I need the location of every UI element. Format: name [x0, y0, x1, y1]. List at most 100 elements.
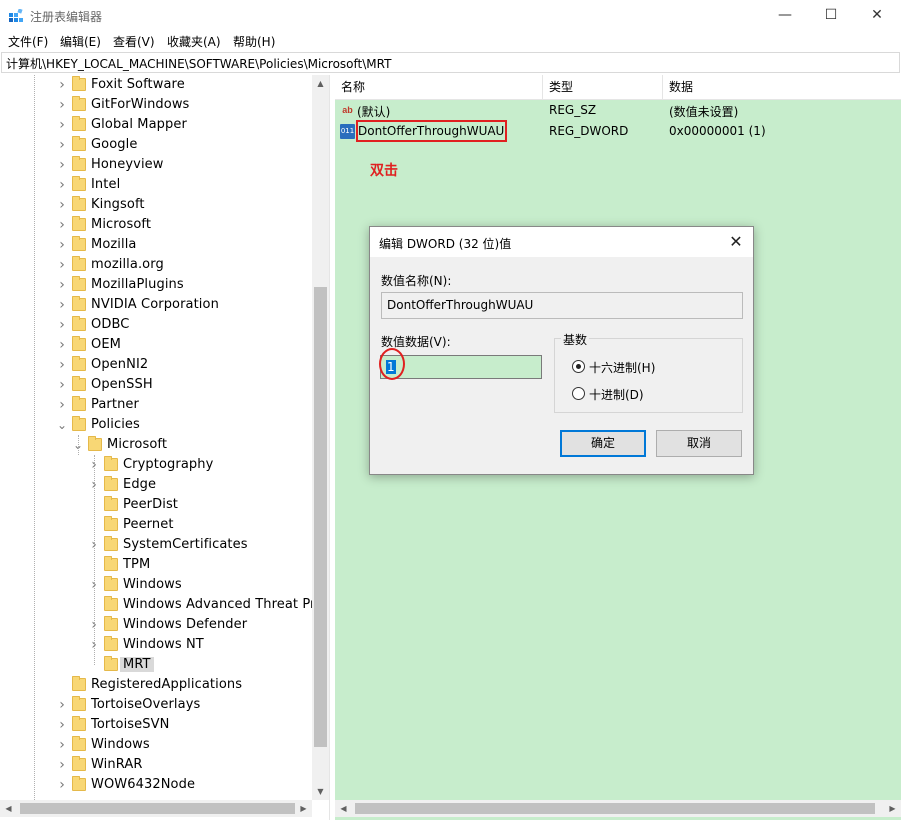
tree-item[interactable]: › Intel — [0, 175, 312, 195]
menu-file[interactable]: 文件(F) — [8, 33, 48, 50]
chevron-down-icon[interactable]: ⌄ — [56, 418, 68, 432]
scroll-left-arrow-icon[interactable]: ◀ — [0, 800, 17, 817]
tree-horizontal-scrollbar[interactable]: ◀ ▶ — [0, 800, 312, 817]
address-bar[interactable]: 计算机\HKEY_LOCAL_MACHINE\SOFTWARE\Policies… — [1, 52, 900, 73]
tree-item[interactable]: › Windows — [0, 735, 312, 755]
column-header-type[interactable]: 类型 — [543, 75, 663, 100]
tree-item[interactable]: › Global Mapper — [0, 115, 312, 135]
tree-vertical-scrollbar[interactable]: ▲ ▼ — [312, 75, 329, 800]
dialog-close-icon[interactable]: ✕ — [722, 231, 750, 253]
window-title: 注册表编辑器 — [30, 10, 103, 24]
chevron-right-icon[interactable]: › — [56, 298, 68, 312]
chevron-right-icon[interactable]: › — [56, 398, 68, 412]
tree-item[interactable]: › WinRAR — [0, 755, 312, 775]
chevron-right-icon[interactable]: › — [56, 698, 68, 712]
tree-item[interactable]: MRT — [0, 655, 312, 675]
tree-item[interactable]: › OpenNI2 — [0, 355, 312, 375]
ok-button[interactable]: 确定 — [560, 430, 646, 457]
decimal-radio[interactable] — [572, 387, 585, 400]
values-hscroll-thumb[interactable] — [355, 803, 875, 814]
tree-scroll-thumb[interactable] — [314, 287, 327, 747]
tree-item[interactable]: › Windows NT — [0, 635, 312, 655]
tree-item[interactable]: › mozilla.org — [0, 255, 312, 275]
decimal-radio-label[interactable]: 十进制(D) — [589, 386, 644, 403]
column-header-name[interactable]: 名称 — [335, 75, 543, 100]
chevron-right-icon[interactable]: › — [56, 278, 68, 292]
chevron-right-icon[interactable]: › — [56, 198, 68, 212]
tree-item[interactable]: › Google — [0, 135, 312, 155]
tree-item[interactable]: RegisteredApplications — [0, 675, 312, 695]
scroll-right-arrow-icon[interactable]: ▶ — [884, 800, 901, 817]
tree-item[interactable]: › Cryptography — [0, 455, 312, 475]
close-button[interactable]: ✕ — [854, 0, 900, 31]
chevron-right-icon[interactable]: › — [56, 178, 68, 192]
menu-favorites[interactable]: 收藏夹(A) — [167, 33, 221, 50]
tree-item[interactable]: › Windows Defender — [0, 615, 312, 635]
tree-item[interactable]: › TortoiseOverlays — [0, 695, 312, 715]
chevron-right-icon[interactable]: › — [56, 318, 68, 332]
column-header-data[interactable]: 数据 — [663, 75, 901, 100]
tree-item[interactable]: › OpenSSH — [0, 375, 312, 395]
chevron-right-icon[interactable]: › — [56, 258, 68, 272]
tree-item[interactable]: › SystemCertificates — [0, 535, 312, 555]
chevron-right-icon[interactable]: › — [56, 78, 68, 92]
tree-item-label: TortoiseSVN — [91, 717, 170, 732]
chevron-right-icon[interactable]: › — [56, 778, 68, 792]
tree-item[interactable]: › Foxit Software — [0, 75, 312, 95]
tree-item[interactable]: ⌄ Microsoft — [0, 435, 312, 455]
folder-icon — [104, 456, 118, 471]
minimize-button[interactable]: — — [762, 0, 808, 31]
chevron-right-icon[interactable]: › — [56, 718, 68, 732]
chevron-right-icon[interactable]: › — [56, 358, 68, 372]
tree-item[interactable]: › TortoiseSVN — [0, 715, 312, 735]
chevron-right-icon[interactable]: › — [56, 98, 68, 112]
tree-item-label: Policies — [91, 417, 140, 432]
tree-item[interactable]: PeerDist — [0, 495, 312, 515]
tree-item[interactable]: › Microsoft — [0, 215, 312, 235]
tree-item[interactable]: Peernet — [0, 515, 312, 535]
chevron-right-icon[interactable]: › — [56, 738, 68, 752]
values-horizontal-scrollbar[interactable]: ◀ ▶ — [335, 800, 901, 817]
tree-item-label: Kingsoft — [91, 197, 145, 212]
scroll-right-arrow-icon[interactable]: ▶ — [295, 800, 312, 817]
tree-item[interactable]: › GitForWindows — [0, 95, 312, 115]
chevron-right-icon[interactable]: › — [56, 118, 68, 132]
tree-item-label: Windows Advanced Threat Prote — [123, 597, 330, 612]
folder-icon — [72, 256, 86, 271]
chevron-right-icon[interactable]: › — [56, 218, 68, 232]
hex-radio[interactable] — [572, 360, 585, 373]
chevron-right-icon[interactable]: › — [56, 378, 68, 392]
menu-view[interactable]: 查看(V) — [113, 33, 155, 50]
chevron-right-icon[interactable]: › — [56, 238, 68, 252]
menu-help[interactable]: 帮助(H) — [233, 33, 275, 50]
menu-edit[interactable]: 编辑(E) — [60, 33, 101, 50]
scroll-up-arrow-icon[interactable]: ▲ — [312, 75, 329, 92]
chevron-right-icon[interactable]: › — [56, 338, 68, 352]
tree-item[interactable]: › Partner — [0, 395, 312, 415]
tree-item[interactable]: ⌄ Policies — [0, 415, 312, 435]
chevron-right-icon[interactable]: › — [56, 138, 68, 152]
cancel-button[interactable]: 取消 — [656, 430, 742, 457]
tree-item[interactable]: TPM — [0, 555, 312, 575]
tree-item[interactable]: Windows Advanced Threat Prote — [0, 595, 329, 615]
tree-item[interactable]: › MozillaPlugins — [0, 275, 312, 295]
tree-item-label: ODBC — [91, 317, 130, 332]
scroll-down-arrow-icon[interactable]: ▼ — [312, 783, 329, 800]
scroll-left-arrow-icon[interactable]: ◀ — [335, 800, 352, 817]
folder-icon — [72, 296, 86, 311]
tree-item[interactable]: › Mozilla — [0, 235, 312, 255]
tree-item[interactable]: › Honeyview — [0, 155, 312, 175]
chevron-right-icon[interactable]: › — [56, 158, 68, 172]
tree-item[interactable]: › Edge — [0, 475, 312, 495]
value-row[interactable]: ab (默认) REG_SZ (数值未设置) — [335, 100, 901, 121]
hex-radio-label[interactable]: 十六进制(H) — [589, 359, 655, 376]
tree-item[interactable]: › ODBC — [0, 315, 312, 335]
tree-item[interactable]: › WOW6432Node — [0, 775, 312, 795]
tree-hscroll-thumb[interactable] — [20, 803, 295, 814]
chevron-right-icon[interactable]: › — [56, 758, 68, 772]
tree-item[interactable]: › Kingsoft — [0, 195, 312, 215]
tree-item[interactable]: › OEM — [0, 335, 312, 355]
tree-item[interactable]: › Windows — [0, 575, 312, 595]
maximize-button[interactable]: ☐ — [808, 0, 854, 31]
tree-item[interactable]: › NVIDIA Corporation — [0, 295, 312, 315]
